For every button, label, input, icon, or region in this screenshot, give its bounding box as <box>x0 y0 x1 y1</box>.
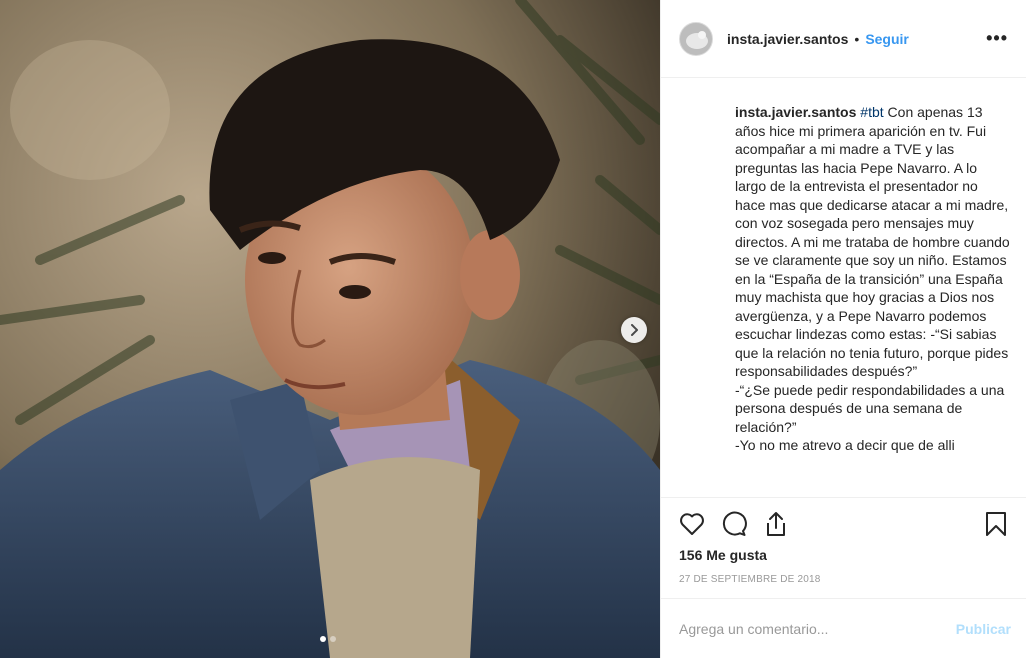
caption-hashtag[interactable]: #tbt <box>860 104 883 120</box>
likes-count[interactable]: 156 Me gusta <box>661 538 1026 563</box>
caption-username[interactable]: insta.javier.santos <box>735 104 856 120</box>
comment-input[interactable] <box>679 620 956 637</box>
follow-button[interactable]: Seguir <box>865 31 909 47</box>
save-button[interactable] <box>981 509 1011 539</box>
caption: insta.javier.santos #tbt Con apenas 13 a… <box>735 103 1011 455</box>
comment-bar: Publicar <box>661 598 1026 658</box>
carousel-next-button[interactable] <box>621 317 647 343</box>
comment-button[interactable] <box>719 509 749 539</box>
more-options-button[interactable]: ••• <box>986 28 1008 49</box>
post-date[interactable]: 27 DE SEPTIEMBRE DE 2018 <box>661 563 1026 585</box>
heart-icon <box>680 513 704 535</box>
header-username[interactable]: insta.javier.santos <box>727 31 848 47</box>
photo-illustration <box>0 0 660 658</box>
comment-icon <box>722 511 747 536</box>
carousel-dot-active <box>320 636 326 642</box>
chevron-right-icon <box>631 324 638 336</box>
post-details-panel: insta.javier.santos • Seguir ••• insta.j… <box>660 0 1026 658</box>
publish-button[interactable]: Publicar <box>956 621 1011 637</box>
header-separator: • <box>854 30 860 47</box>
caption-area[interactable]: insta.javier.santos #tbt Con apenas 13 a… <box>661 79 1026 497</box>
carousel-indicator <box>320 636 336 642</box>
avatar[interactable] <box>679 21 713 56</box>
post-photo[interactable] <box>0 0 660 658</box>
avatar-image <box>680 22 712 55</box>
engagement-section: 156 Me gusta 27 DE SEPTIEMBRE DE 2018 <box>661 497 1026 598</box>
more-options-icon: ••• <box>986 28 1008 48</box>
post-header: insta.javier.santos • Seguir ••• <box>661 0 1026 78</box>
caption-text: Con apenas 13 años hice mi primera apari… <box>735 104 1010 453</box>
carousel-dot <box>330 636 336 642</box>
action-bar <box>661 498 1026 538</box>
share-button[interactable] <box>761 509 791 539</box>
like-button[interactable] <box>677 509 707 539</box>
share-icon <box>767 512 785 536</box>
bookmark-icon <box>986 512 1006 536</box>
